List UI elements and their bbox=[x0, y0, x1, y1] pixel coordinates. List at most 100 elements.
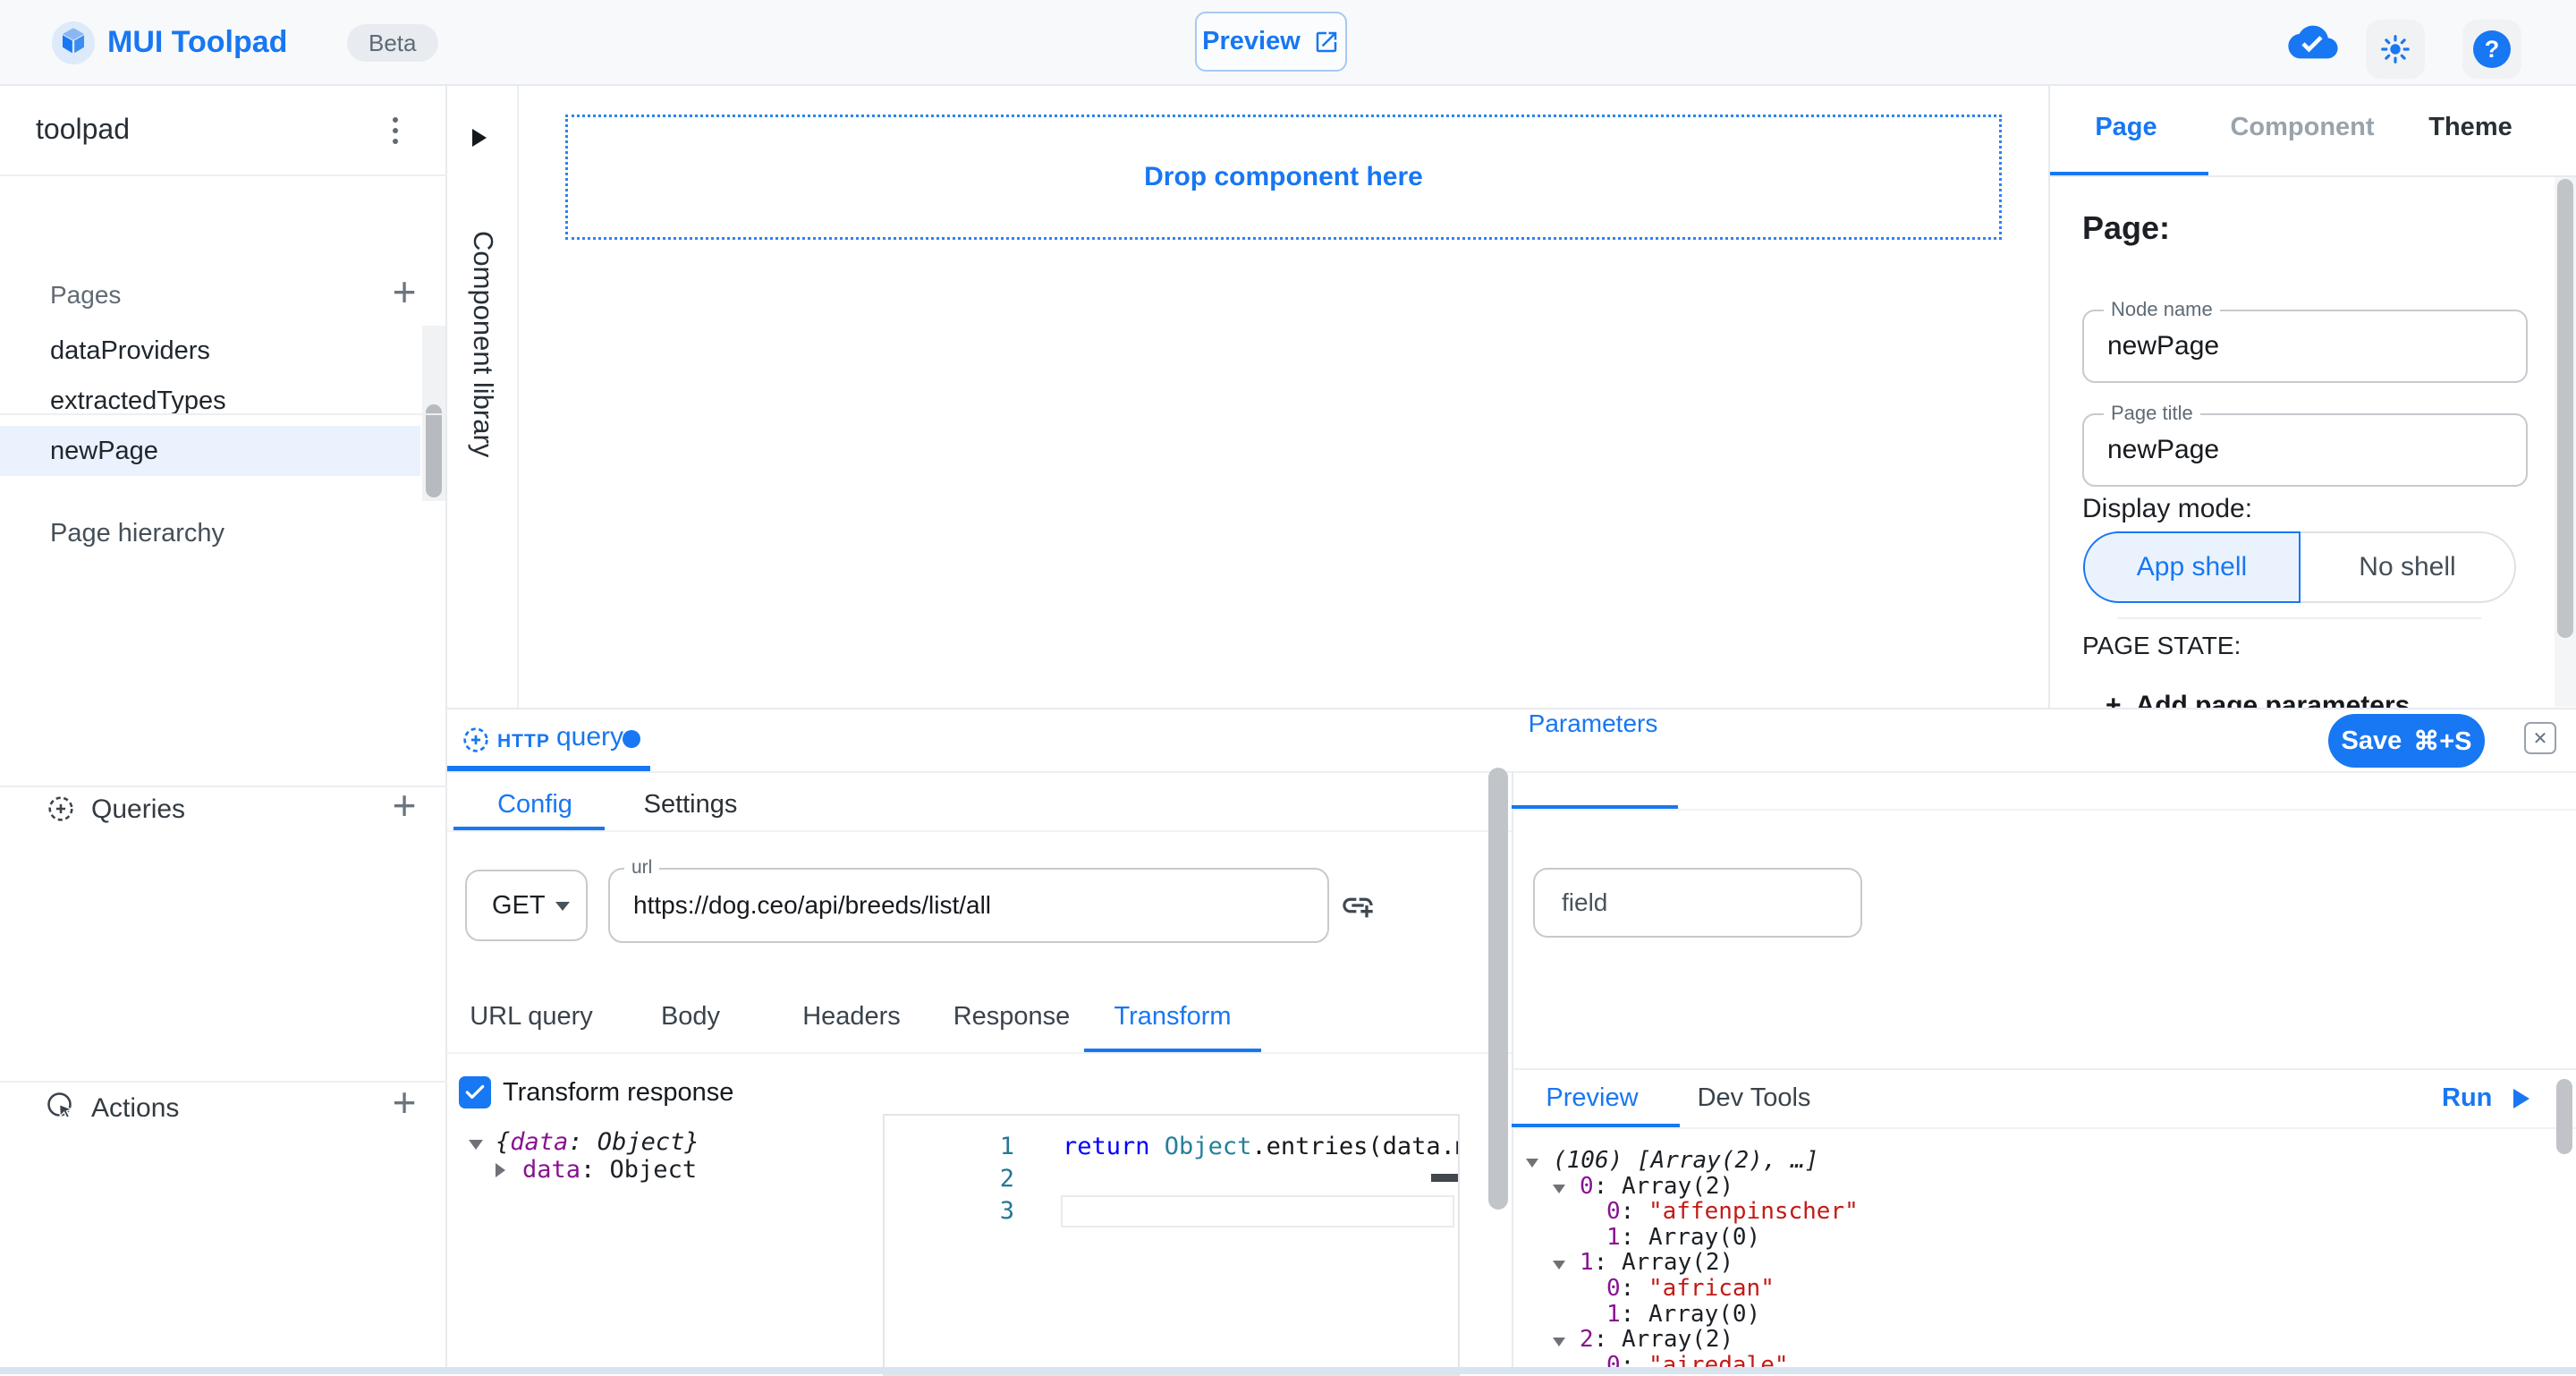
tab-body[interactable]: Body bbox=[661, 1002, 720, 1032]
cloud-done-icon[interactable] bbox=[2288, 21, 2338, 63]
url-field[interactable]: url https://dog.ceo/api/breeds/list/all bbox=[608, 868, 1329, 943]
drop-zone[interactable]: Drop component here bbox=[565, 115, 2002, 240]
expander-open-icon[interactable] bbox=[469, 1128, 496, 1156]
node-name-field[interactable]: Node name newPage bbox=[2082, 310, 2528, 383]
http-method-select[interactable]: GET bbox=[465, 870, 588, 941]
run-button[interactable]: Run bbox=[2442, 1083, 2529, 1113]
tree-row: 1: Array(2) bbox=[1526, 1250, 1859, 1276]
inspector-scrollbar-thumb[interactable] bbox=[2557, 179, 2573, 638]
divider bbox=[0, 1081, 447, 1083]
external-link-icon bbox=[1313, 29, 1340, 55]
divider bbox=[2050, 175, 2576, 177]
explorer-sidebar: toolpad Pages + dataProvidersextractedTy… bbox=[0, 86, 447, 1374]
tab-page[interactable]: Page bbox=[2095, 113, 2157, 142]
tab-config[interactable]: Config bbox=[497, 790, 572, 820]
sidebar-item-newPage[interactable]: newPage bbox=[0, 426, 420, 476]
tree-row: 2: Array(2) bbox=[1526, 1327, 1859, 1353]
sidebar-item-dataProviders[interactable]: dataProviders bbox=[0, 326, 420, 376]
line-number: 1 bbox=[885, 1131, 1014, 1163]
expander-open-icon[interactable] bbox=[1553, 1250, 1580, 1276]
divider bbox=[447, 830, 1512, 832]
code-line-3[interactable]: 3 bbox=[885, 1195, 1458, 1227]
display-mode-no-shell[interactable]: No shell bbox=[2301, 531, 2516, 603]
kebab-menu-icon[interactable] bbox=[377, 109, 413, 152]
queries-icon bbox=[45, 793, 77, 825]
inspector-tabbar: Page Component Theme bbox=[2050, 113, 2576, 149]
query-name-label: query bbox=[556, 722, 623, 752]
tree-row: (106) [Array(2), …] bbox=[1526, 1148, 1859, 1174]
page-hierarchy-label[interactable]: Page hierarchy bbox=[50, 519, 225, 548]
page-title-value: newPage bbox=[2107, 415, 2219, 485]
node-name-value: newPage bbox=[2107, 311, 2219, 381]
sidebar-item-extractedTypes[interactable]: extractedTypes bbox=[0, 376, 420, 426]
tree-row: 0: Array(2) bbox=[1526, 1174, 1859, 1200]
divider bbox=[0, 786, 447, 787]
sun-icon bbox=[2378, 32, 2412, 66]
tab-url-query[interactable]: URL query bbox=[470, 1002, 593, 1032]
url-field-value: https://dog.ceo/api/breeds/list/all bbox=[633, 870, 991, 941]
display-mode-label: Display mode: bbox=[2082, 494, 2252, 524]
page-canvas: Drop component here bbox=[519, 86, 2048, 709]
actions-icon bbox=[45, 1090, 77, 1122]
tab-theme[interactable]: Theme bbox=[2428, 113, 2512, 142]
component-library-strip[interactable]: Component library bbox=[447, 86, 519, 709]
page-title-field[interactable]: Page title newPage bbox=[2082, 413, 2528, 487]
beta-badge: Beta bbox=[347, 24, 438, 62]
theme-toggle-button[interactable] bbox=[2366, 20, 2425, 79]
query-panel-scrollbar-thumb[interactable] bbox=[1488, 768, 1508, 1210]
expander-open-icon[interactable] bbox=[1526, 1148, 1553, 1174]
divider bbox=[2117, 617, 2481, 619]
app-title: MUI Toolpad bbox=[107, 25, 287, 60]
code-line-2[interactable]: 2 bbox=[885, 1163, 1458, 1195]
tab-dev-tools[interactable]: Dev Tools bbox=[1698, 1083, 1811, 1113]
overview-ruler-mark bbox=[1431, 1174, 1460, 1182]
expander-open-icon[interactable] bbox=[1553, 1327, 1580, 1353]
query-tab[interactable]: HTTP query bbox=[447, 709, 650, 771]
add-page-parameters-button[interactable]: + Add page parameters bbox=[2106, 691, 2410, 709]
code-line-1[interactable]: 1return Object.entries(data.messag bbox=[885, 1131, 1458, 1163]
tab-parameters[interactable]: Parameters bbox=[1529, 709, 1658, 738]
tab-response[interactable]: Response bbox=[953, 1002, 1071, 1032]
tab-settings[interactable]: Settings bbox=[644, 790, 738, 820]
tab-component[interactable]: Component bbox=[2230, 113, 2374, 142]
actions-section-label: Actions bbox=[91, 1093, 179, 1124]
page-heading: Page: bbox=[2082, 209, 2170, 247]
transform-code-editor[interactable]: 1return Object.entries(data.messag23 bbox=[883, 1114, 1460, 1376]
expander-open-icon[interactable] bbox=[1553, 1174, 1580, 1200]
plus-icon: + bbox=[2106, 691, 2122, 709]
result-scrollbar-thumb[interactable] bbox=[2556, 1079, 2572, 1154]
inspector-panel: Page Component Theme Page: Node name newPa… bbox=[2048, 86, 2576, 709]
bottom-edge-strip bbox=[0, 1367, 2576, 1374]
transform-scope-tree: {data: Object}data: Object bbox=[469, 1128, 699, 1184]
transform-response-checkbox[interactable] bbox=[459, 1076, 491, 1108]
tab-preview[interactable]: Preview bbox=[1546, 1083, 1638, 1113]
chevron-right-icon[interactable] bbox=[472, 129, 487, 147]
divider bbox=[1512, 1068, 2576, 1070]
expander-closed-icon[interactable] bbox=[496, 1156, 522, 1184]
tree-row: data: Object bbox=[469, 1156, 699, 1184]
add-link-icon[interactable] bbox=[1340, 888, 1376, 923]
add-page-parameters-label: Add page parameters bbox=[2136, 691, 2411, 709]
toolpad-logo-icon bbox=[52, 21, 95, 64]
add-page-button[interactable]: + bbox=[383, 270, 426, 313]
divider bbox=[0, 413, 447, 415]
help-button[interactable]: ? bbox=[2462, 20, 2521, 79]
add-query-button[interactable]: + bbox=[383, 784, 426, 827]
tab-transform[interactable]: Transform bbox=[1114, 1002, 1231, 1032]
tree-row: 0: "african" bbox=[1526, 1276, 1859, 1302]
pages-scrollbar-thumb[interactable] bbox=[426, 404, 442, 497]
queries-section-label: Queries bbox=[91, 794, 185, 825]
inspector-scrollbar[interactable] bbox=[2555, 177, 2576, 707]
help-icon: ? bbox=[2473, 30, 2511, 68]
add-action-button[interactable]: + bbox=[383, 1081, 426, 1124]
preview-button-label: Preview bbox=[1202, 27, 1301, 56]
query-editor-panel: HTTP query Save ⌘+S ✕ ConfigSettings GET… bbox=[447, 708, 2576, 1374]
display-mode-app-shell[interactable]: App shell bbox=[2083, 531, 2301, 603]
tree-row: 0: "affenpinscher" bbox=[1526, 1199, 1859, 1225]
tab-headers[interactable]: Headers bbox=[802, 1002, 901, 1032]
query-icon bbox=[460, 724, 492, 756]
tree-row: 1: Array(0) bbox=[1526, 1225, 1859, 1251]
parameter-name-input[interactable]: field bbox=[1533, 868, 1862, 938]
preview-button[interactable]: Preview bbox=[1195, 12, 1347, 72]
divider bbox=[447, 1052, 1512, 1054]
